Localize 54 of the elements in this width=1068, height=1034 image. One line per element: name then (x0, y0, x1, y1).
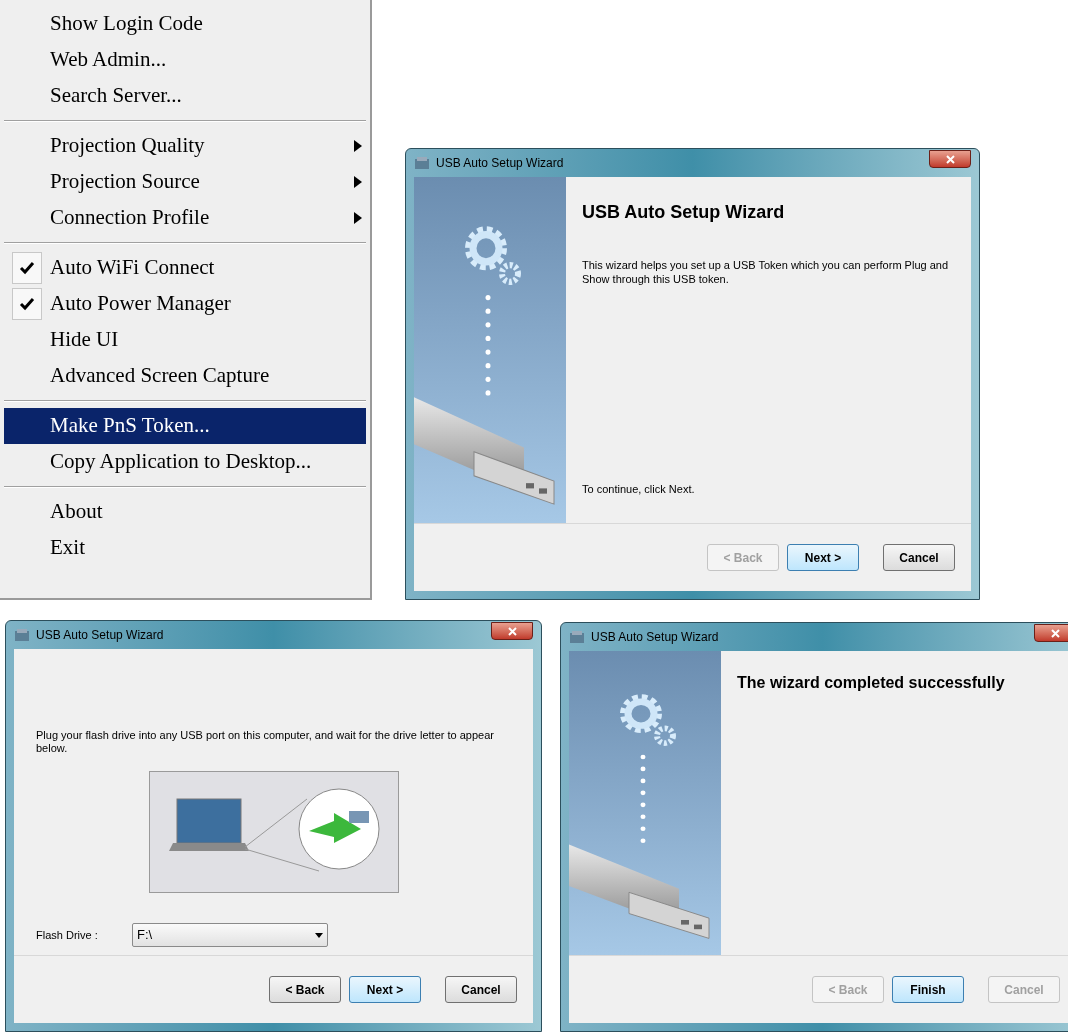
app-icon (414, 156, 430, 170)
wizard-heading: The wizard completed successfully (737, 673, 1006, 693)
close-icon (507, 626, 517, 636)
window-title: USB Auto Setup Wizard (436, 155, 564, 172)
wizard-button[interactable]: < Back (269, 976, 341, 1003)
wizard-hint: To continue, click Next. (582, 481, 696, 497)
menu-item[interactable]: Advanced Screen Capture (4, 358, 366, 394)
wizard-button[interactable]: Next > (349, 976, 421, 1003)
close-button[interactable] (1034, 624, 1068, 642)
menu-item[interactable]: Projection Quality (4, 128, 366, 164)
menu-item[interactable]: Search Server... (4, 78, 366, 114)
close-icon (945, 154, 955, 164)
menu-item-label: Connection Profile (50, 204, 210, 232)
caret-icon (315, 932, 323, 938)
app-icon (569, 630, 585, 644)
menu-item-label: Web Admin... (50, 46, 167, 74)
menu-item-label: Hide UI (50, 326, 119, 354)
menu-item[interactable]: About (4, 494, 366, 530)
menu-item[interactable]: Hide UI (4, 322, 366, 358)
close-button[interactable] (491, 622, 533, 640)
menu-item[interactable]: Auto Power Manager (4, 286, 366, 322)
wizard-description: This wizard helps you set up a USB Token which you can perform Plug and Show through this USB token. (582, 258, 950, 286)
menu-item-label: Auto Power Manager (50, 290, 231, 318)
menu-item[interactable]: Show Login Code (4, 6, 366, 42)
menu-item[interactable]: Auto WiFi Connect (4, 250, 366, 286)
close-icon (1050, 628, 1060, 638)
menu-item-label: Make PnS Token... (50, 412, 210, 440)
wizard-heading: USB Auto Setup Wizard (582, 201, 786, 224)
drive-label: Flash Drive : (36, 927, 99, 943)
menu-item-label: Auto WiFi Connect (50, 254, 215, 282)
window-title: USB Auto Setup Wizard (591, 629, 719, 646)
menu-item-label: Exit (50, 534, 85, 562)
menu-item-label: About (50, 498, 103, 526)
wizard-button[interactable]: Cancel (445, 976, 517, 1003)
drive-dropdown[interactable]: F:\ (132, 923, 328, 947)
menu-item-label: Show Login Code (50, 10, 203, 38)
wizard-button[interactable]: Finish (892, 976, 964, 1003)
menu-item[interactable]: Copy Application to Desktop... (4, 444, 366, 480)
wizard-instruction: Plug your flash drive into any USB port on this computer, and wait for the drive letter to appear below. (36, 729, 495, 755)
menu-item[interactable]: Connection Profile (4, 200, 366, 236)
wizard-button[interactable]: Next > (787, 544, 859, 571)
menu-item[interactable]: Projection Source (4, 164, 366, 200)
menu-item-label: Search Server... (50, 82, 182, 110)
menu-item-label: Advanced Screen Capture (50, 362, 270, 390)
menu-item[interactable]: Make PnS Token... (4, 408, 366, 444)
menu-item-label: Projection Source (50, 168, 200, 196)
wizard-button[interactable]: Cancel (883, 544, 955, 571)
menu-item[interactable]: Exit (4, 530, 366, 566)
app-icon (14, 628, 30, 642)
window-title: USB Auto Setup Wizard (36, 627, 164, 644)
close-button[interactable] (929, 150, 971, 168)
menu-item-label: Projection Quality (50, 132, 205, 160)
menu-item[interactable]: Web Admin... (4, 42, 366, 78)
menu-item-label: Copy Application to Desktop... (50, 448, 312, 476)
